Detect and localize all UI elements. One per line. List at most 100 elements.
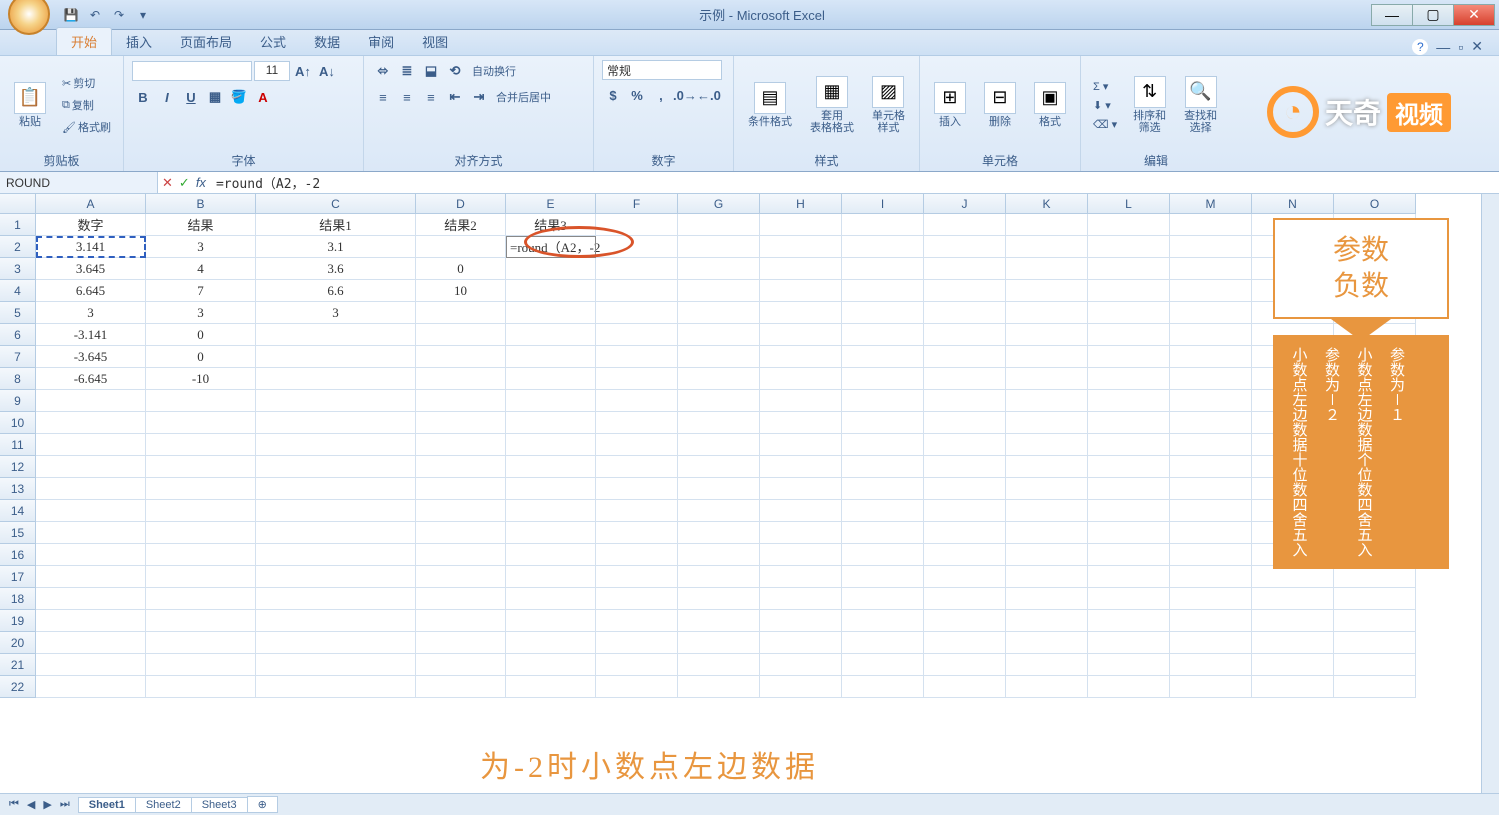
- cell-L21[interactable]: [1088, 654, 1170, 676]
- cell-J4[interactable]: [924, 280, 1006, 302]
- sheet-tab-3[interactable]: Sheet3: [191, 797, 248, 813]
- sort-filter-button[interactable]: ⇅排序和 筛选: [1127, 74, 1172, 136]
- cell-N22[interactable]: [1252, 676, 1334, 698]
- cell-B1[interactable]: 结果: [146, 214, 256, 236]
- cell-L8[interactable]: [1088, 368, 1170, 390]
- cell-C3[interactable]: 3.6: [256, 258, 416, 280]
- cell-I18[interactable]: [842, 588, 924, 610]
- cell-K10[interactable]: [1006, 412, 1088, 434]
- cell-D19[interactable]: [416, 610, 506, 632]
- align-center-button[interactable]: ≡: [396, 86, 418, 108]
- cell-B16[interactable]: [146, 544, 256, 566]
- cell-K22[interactable]: [1006, 676, 1088, 698]
- table-format-button[interactable]: ▦套用 表格格式: [804, 74, 860, 136]
- cell-F5[interactable]: [596, 302, 678, 324]
- cell-L22[interactable]: [1088, 676, 1170, 698]
- redo-icon[interactable]: ↷: [110, 6, 128, 24]
- cell-E12[interactable]: [506, 456, 596, 478]
- cell-D14[interactable]: [416, 500, 506, 522]
- cell-F6[interactable]: [596, 324, 678, 346]
- cell-G20[interactable]: [678, 632, 760, 654]
- cell-K20[interactable]: [1006, 632, 1088, 654]
- cell-H7[interactable]: [760, 346, 842, 368]
- cell-E11[interactable]: [506, 434, 596, 456]
- cell-M16[interactable]: [1170, 544, 1252, 566]
- indent-inc-button[interactable]: ⇥: [468, 86, 490, 108]
- cell-I6[interactable]: [842, 324, 924, 346]
- cell-F9[interactable]: [596, 390, 678, 412]
- cell-J10[interactable]: [924, 412, 1006, 434]
- cell-A9[interactable]: [36, 390, 146, 412]
- cell-B19[interactable]: [146, 610, 256, 632]
- cell-J2[interactable]: [924, 236, 1006, 258]
- cell-E1[interactable]: 结果3: [506, 214, 596, 236]
- col-header-H[interactable]: H: [760, 194, 842, 214]
- cell-C14[interactable]: [256, 500, 416, 522]
- formula-input[interactable]: =round（A2，-2: [210, 172, 1499, 193]
- cell-B8[interactable]: -10: [146, 368, 256, 390]
- cell-J7[interactable]: [924, 346, 1006, 368]
- cell-L15[interactable]: [1088, 522, 1170, 544]
- cell-M5[interactable]: [1170, 302, 1252, 324]
- clear-button[interactable]: ⌫ ▾: [1089, 116, 1121, 133]
- cell-D6[interactable]: [416, 324, 506, 346]
- cell-D2[interactable]: [416, 236, 506, 258]
- row-header-21[interactable]: 21: [0, 654, 36, 676]
- copy-button[interactable]: ⧉复制: [58, 95, 115, 115]
- cell-M10[interactable]: [1170, 412, 1252, 434]
- cell-C19[interactable]: [256, 610, 416, 632]
- cell-M2[interactable]: [1170, 236, 1252, 258]
- cell-A14[interactable]: [36, 500, 146, 522]
- cell-E14[interactable]: [506, 500, 596, 522]
- cell-B9[interactable]: [146, 390, 256, 412]
- cell-K2[interactable]: [1006, 236, 1088, 258]
- close-doc-icon[interactable]: ✕: [1471, 38, 1483, 55]
- cell-E15[interactable]: [506, 522, 596, 544]
- cell-M8[interactable]: [1170, 368, 1252, 390]
- cell-O22[interactable]: [1334, 676, 1416, 698]
- cell-C12[interactable]: [256, 456, 416, 478]
- cell-I8[interactable]: [842, 368, 924, 390]
- cell-I13[interactable]: [842, 478, 924, 500]
- cell-F2[interactable]: [596, 236, 678, 258]
- cell-I3[interactable]: [842, 258, 924, 280]
- cell-A20[interactable]: [36, 632, 146, 654]
- name-box[interactable]: ROUND: [0, 172, 158, 193]
- orientation-button[interactable]: ⟲: [444, 60, 466, 82]
- cell-F19[interactable]: [596, 610, 678, 632]
- cell-H11[interactable]: [760, 434, 842, 456]
- autosum-button[interactable]: Σ ▾: [1089, 78, 1121, 95]
- col-header-G[interactable]: G: [678, 194, 760, 214]
- align-left-button[interactable]: ≡: [372, 86, 394, 108]
- cell-I15[interactable]: [842, 522, 924, 544]
- comma-button[interactable]: ,: [650, 84, 672, 106]
- cell-D4[interactable]: 10: [416, 280, 506, 302]
- insert-cells-button[interactable]: ⊞插入: [928, 80, 972, 130]
- cell-L19[interactable]: [1088, 610, 1170, 632]
- cell-H5[interactable]: [760, 302, 842, 324]
- row-header-5[interactable]: 5: [0, 302, 36, 324]
- cell-D20[interactable]: [416, 632, 506, 654]
- cell-G17[interactable]: [678, 566, 760, 588]
- increase-decimal-button[interactable]: .0→: [674, 84, 696, 106]
- cell-K17[interactable]: [1006, 566, 1088, 588]
- row-header-22[interactable]: 22: [0, 676, 36, 698]
- close-button[interactable]: ✕: [1453, 4, 1495, 26]
- restore-win-icon[interactable]: ▫: [1458, 39, 1463, 55]
- tab-home[interactable]: 开始: [56, 27, 112, 55]
- cell-B4[interactable]: 7: [146, 280, 256, 302]
- cell-L13[interactable]: [1088, 478, 1170, 500]
- cell-A10[interactable]: [36, 412, 146, 434]
- cell-D8[interactable]: [416, 368, 506, 390]
- cell-H6[interactable]: [760, 324, 842, 346]
- cell-I21[interactable]: [842, 654, 924, 676]
- underline-button[interactable]: U: [180, 86, 202, 108]
- cell-D21[interactable]: [416, 654, 506, 676]
- cell-J14[interactable]: [924, 500, 1006, 522]
- cell-I4[interactable]: [842, 280, 924, 302]
- fill-color-button[interactable]: 🪣: [228, 86, 250, 108]
- cell-B13[interactable]: [146, 478, 256, 500]
- row-header-12[interactable]: 12: [0, 456, 36, 478]
- cell-K9[interactable]: [1006, 390, 1088, 412]
- grow-font-button[interactable]: A↑: [292, 60, 314, 82]
